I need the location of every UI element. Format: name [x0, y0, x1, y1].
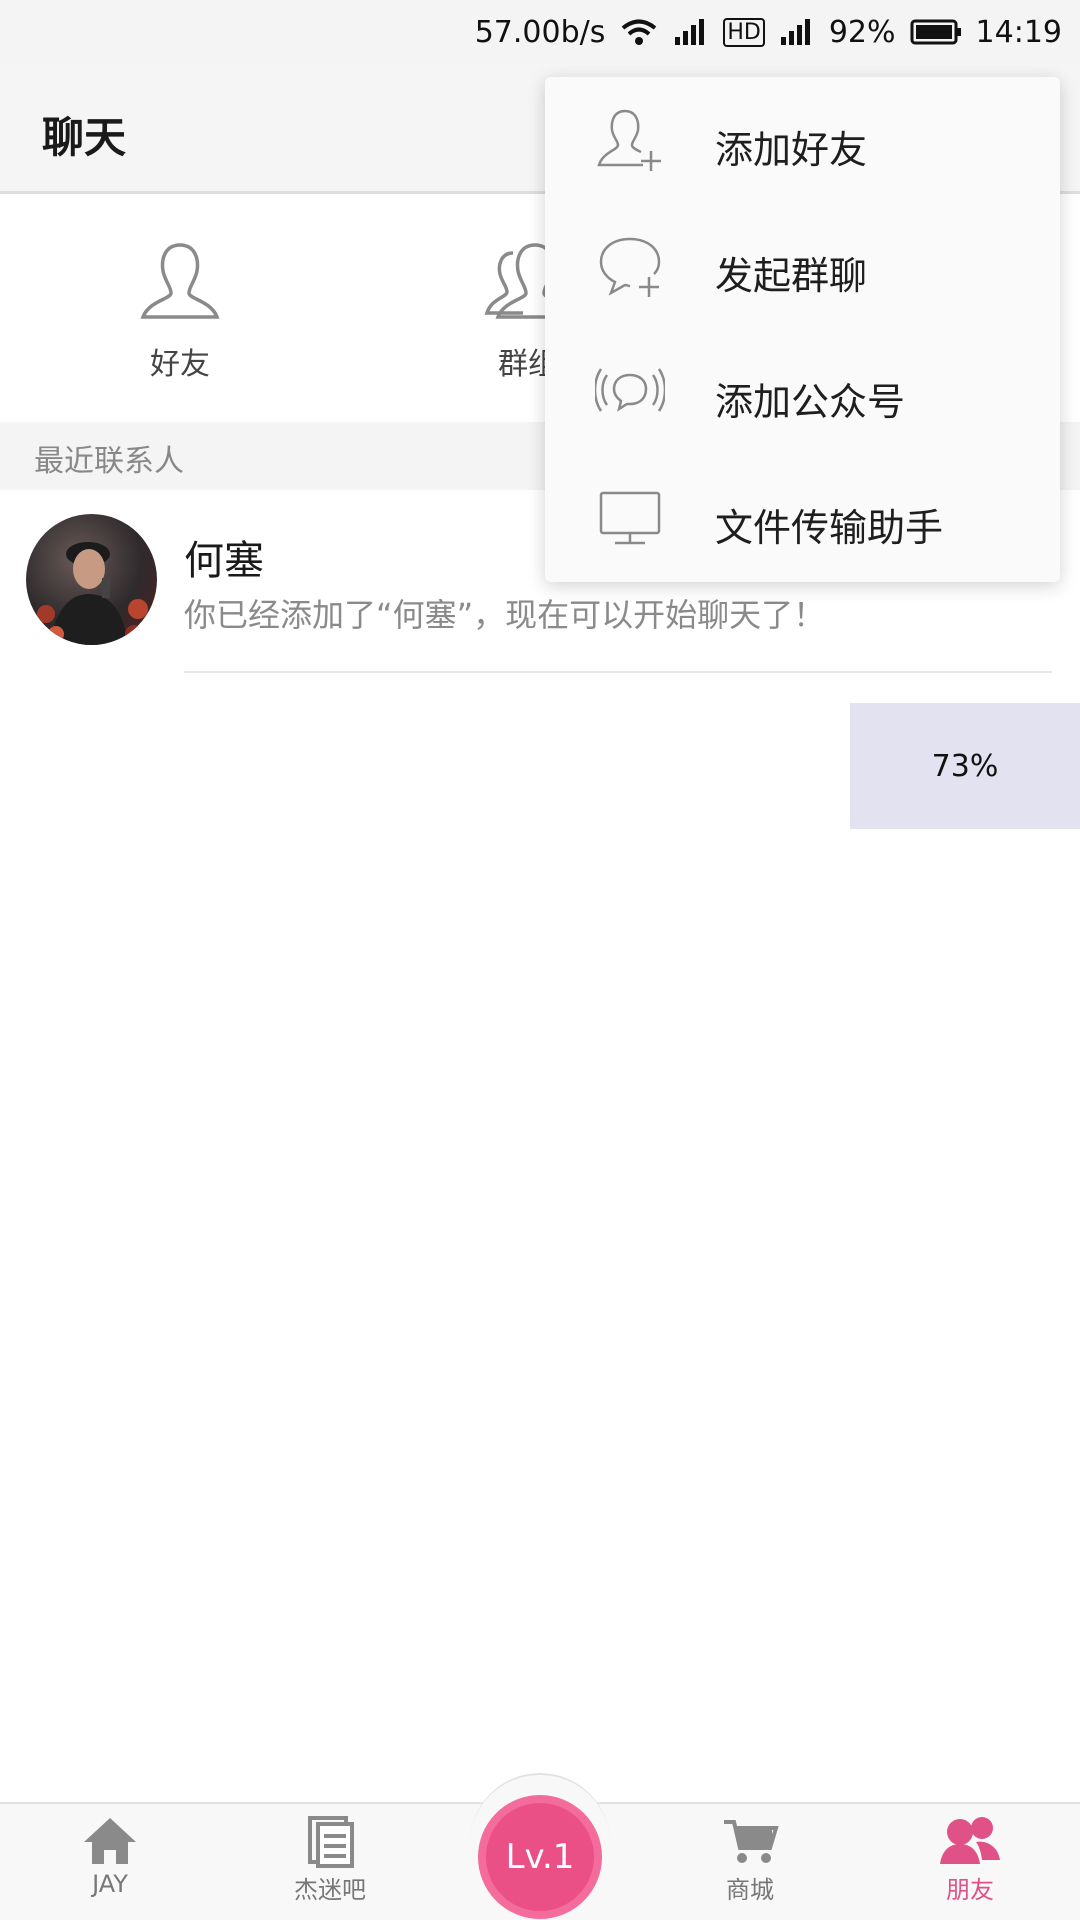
menu-item-label: 发起群聊 — [715, 254, 868, 298]
section-title: 最近联系人 — [34, 444, 184, 479]
level-button[interactable]: Lv.1 — [478, 1795, 602, 1919]
home-icon — [84, 1818, 136, 1864]
network-speed: 57.00b/s — [474, 14, 606, 50]
nav-item-label: 商城 — [726, 1876, 774, 1904]
nav-item-label: 杰迷吧 — [294, 1876, 366, 1904]
progress-value: 73% — [931, 748, 999, 784]
divider — [184, 671, 1052, 673]
battery-icon — [910, 18, 962, 46]
nav-item-friends[interactable]: 朋友 — [900, 1814, 1040, 1905]
nav-item-jay[interactable]: JAY — [40, 1814, 180, 1898]
menu-item-file-transfer[interactable]: 文件传输助手 — [545, 455, 1060, 581]
page-title: 聊天 — [42, 113, 127, 162]
friends-icon — [940, 1817, 1000, 1864]
menu-item-add-official-account[interactable]: 添加公众号 — [545, 329, 1060, 455]
monitor-icon — [599, 491, 661, 545]
level-label: Lv.1 — [505, 1837, 575, 1877]
battery-percent: 92% — [828, 14, 896, 50]
person-icon — [140, 243, 220, 319]
signal-icon — [673, 17, 709, 47]
avatar — [26, 514, 157, 645]
quick-item-friends[interactable]: 好友 — [80, 237, 280, 383]
progress-indicator: 73% — [850, 703, 1080, 829]
nav-item-label: 朋友 — [946, 1876, 994, 1904]
nav-item-label: JAY — [92, 1870, 128, 1898]
document-icon — [308, 1816, 354, 1868]
cart-icon — [724, 1820, 779, 1863]
clock: 14:19 — [975, 14, 1062, 50]
status-bar: 57.00b/s HD 92% 14:19 — [0, 0, 1080, 64]
wifi-icon — [619, 17, 659, 47]
menu-item-add-friend[interactable]: 添加好友 — [545, 77, 1060, 203]
add-friend-icon — [597, 109, 661, 171]
menu-item-label: 添加好友 — [715, 128, 868, 172]
menu-item-group-chat[interactable]: 发起群聊 — [545, 203, 1060, 329]
signal-icon-2 — [779, 17, 815, 47]
nav-item-forum[interactable]: 杰迷吧 — [260, 1814, 400, 1905]
broadcast-icon — [595, 368, 665, 412]
quick-item-label: 好友 — [150, 347, 210, 382]
contact-last-message: 你已经添加了“何塞”，现在可以开始聊天了！ — [184, 596, 826, 634]
popup-menu: 添加好友 发起群聊 添加公众号 文件传输助手 — [545, 77, 1060, 582]
menu-item-label: 添加公众号 — [715, 380, 906, 424]
nav-item-shop[interactable]: 商城 — [680, 1814, 820, 1905]
group-chat-icon — [599, 237, 661, 297]
contact-name: 何塞 — [184, 538, 264, 584]
hd-label: HD — [723, 17, 765, 47]
avatar-image — [37, 542, 148, 645]
menu-item-label: 文件传输助手 — [715, 506, 944, 550]
